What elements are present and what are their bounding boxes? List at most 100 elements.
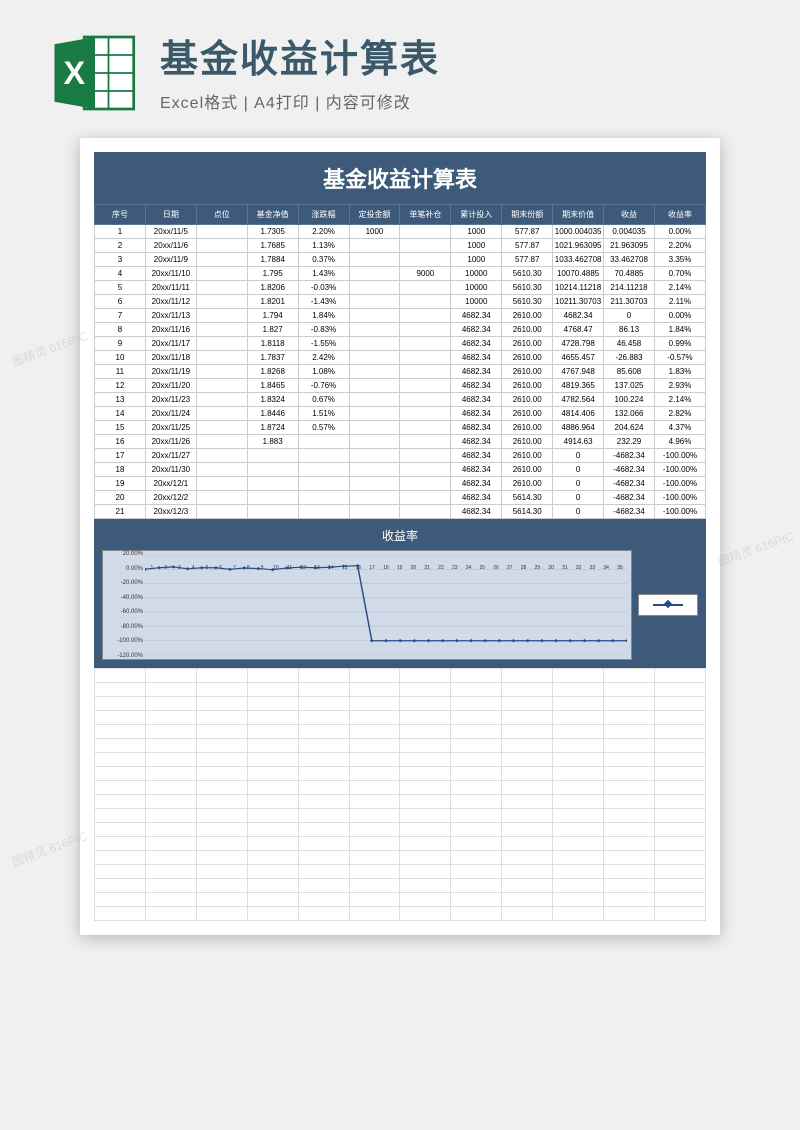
empty-cell — [298, 851, 349, 865]
table-cell: 577.87 — [502, 253, 553, 267]
table-cell — [196, 435, 247, 449]
table-cell: 5610.30 — [502, 267, 553, 281]
empty-cell — [400, 697, 451, 711]
empty-cell — [298, 767, 349, 781]
table-cell: 2.20% — [298, 225, 349, 239]
table-cell: 214.11218 — [604, 281, 655, 295]
table-cell — [349, 267, 400, 281]
empty-cell — [95, 725, 146, 739]
empty-cell — [349, 725, 400, 739]
table-cell: 20xx/11/11 — [145, 281, 196, 295]
table-cell: 4.37% — [654, 421, 705, 435]
empty-cell — [247, 767, 298, 781]
table-cell: 1000.004035 — [553, 225, 604, 239]
table-cell — [196, 225, 247, 239]
empty-cell — [400, 767, 451, 781]
table-cell: 10000 — [451, 281, 502, 295]
table-cell: 4682.34 — [451, 505, 502, 519]
table-cell: 2610.00 — [502, 309, 553, 323]
table-cell: -100.00% — [654, 491, 705, 505]
table-cell: 2610.00 — [502, 435, 553, 449]
empty-cell — [654, 837, 705, 851]
empty-cell — [400, 781, 451, 795]
empty-cell — [451, 725, 502, 739]
empty-cell — [553, 893, 604, 907]
table-cell: 10 — [95, 351, 146, 365]
empty-cell — [553, 739, 604, 753]
empty-cell — [502, 907, 553, 921]
table-cell: 0.67% — [298, 393, 349, 407]
column-header: 定投金额 — [349, 205, 400, 225]
column-header: 序号 — [95, 205, 146, 225]
empty-cell — [451, 809, 502, 823]
table-cell: 1.7685 — [247, 239, 298, 253]
empty-cell — [196, 753, 247, 767]
empty-cell — [196, 697, 247, 711]
empty-cell — [145, 893, 196, 907]
table-cell: 0 — [553, 505, 604, 519]
table-cell: 10214.11218 — [553, 281, 604, 295]
table-row: 920xx/11/171.8118-1.55%4682.342610.00472… — [95, 337, 706, 351]
table-cell: 2610.00 — [502, 407, 553, 421]
table-cell: 1.795 — [247, 267, 298, 281]
table-cell — [400, 225, 451, 239]
table-cell: -100.00% — [654, 477, 705, 491]
table-cell — [247, 505, 298, 519]
table-cell: 7 — [95, 309, 146, 323]
table-cell: 0 — [553, 463, 604, 477]
empty-cell — [553, 753, 604, 767]
table-cell — [400, 477, 451, 491]
empty-cell — [654, 767, 705, 781]
table-cell: 4682.34 — [451, 491, 502, 505]
chart-legend — [638, 594, 698, 616]
table-cell: 4914.63 — [553, 435, 604, 449]
table-cell: -4682.34 — [604, 463, 655, 477]
document-page: 基金收益计算表 序号日期点位基金净值涨跌幅定投金额单笔补仓累计投入期末份额期末价… — [80, 138, 720, 935]
table-cell: 2.20% — [654, 239, 705, 253]
table-cell: 86.13 — [604, 323, 655, 337]
table-cell: 10211.30703 — [553, 295, 604, 309]
table-cell: 2610.00 — [502, 323, 553, 337]
table-cell: 0 — [604, 309, 655, 323]
table-cell: 1.827 — [247, 323, 298, 337]
table-cell: 1.83% — [654, 365, 705, 379]
empty-cell — [451, 851, 502, 865]
empty-cell — [95, 739, 146, 753]
table-row: 220xx/11/61.76851.13%1000577.871021.9630… — [95, 239, 706, 253]
empty-cell — [196, 837, 247, 851]
table-cell: -26.883 — [604, 351, 655, 365]
empty-cell — [553, 879, 604, 893]
table-cell: 1000 — [349, 225, 400, 239]
empty-cell — [298, 879, 349, 893]
table-cell: 1.8446 — [247, 407, 298, 421]
table-row: 1320xx/11/231.83240.67%4682.342610.00478… — [95, 393, 706, 407]
table-cell — [349, 421, 400, 435]
table-cell: 4682.34 — [451, 337, 502, 351]
empty-cell — [604, 879, 655, 893]
empty-cell — [298, 823, 349, 837]
table-cell: 1.84% — [298, 309, 349, 323]
table-cell: -100.00% — [654, 505, 705, 519]
table-cell — [298, 477, 349, 491]
empty-cell — [145, 879, 196, 893]
empty-cell — [451, 823, 502, 837]
table-cell — [196, 267, 247, 281]
empty-cell — [196, 795, 247, 809]
table-cell: 211.30703 — [604, 295, 655, 309]
empty-cell — [95, 893, 146, 907]
page-header: X 基金收益计算表 Excel格式 | A4打印 | 内容可修改 — [0, 0, 800, 128]
table-cell — [349, 449, 400, 463]
empty-cell — [451, 865, 502, 879]
empty-cell — [654, 907, 705, 921]
table-row: 1020xx/11/181.78372.42%4682.342610.00465… — [95, 351, 706, 365]
empty-cell — [145, 711, 196, 725]
empty-cell — [553, 795, 604, 809]
empty-cell — [553, 669, 604, 683]
table-cell: 4682.34 — [451, 309, 502, 323]
table-cell: 132.066 — [604, 407, 655, 421]
empty-cell — [502, 851, 553, 865]
empty-cell — [502, 767, 553, 781]
empty-cell — [196, 851, 247, 865]
empty-cell — [145, 907, 196, 921]
empty-cell — [451, 739, 502, 753]
